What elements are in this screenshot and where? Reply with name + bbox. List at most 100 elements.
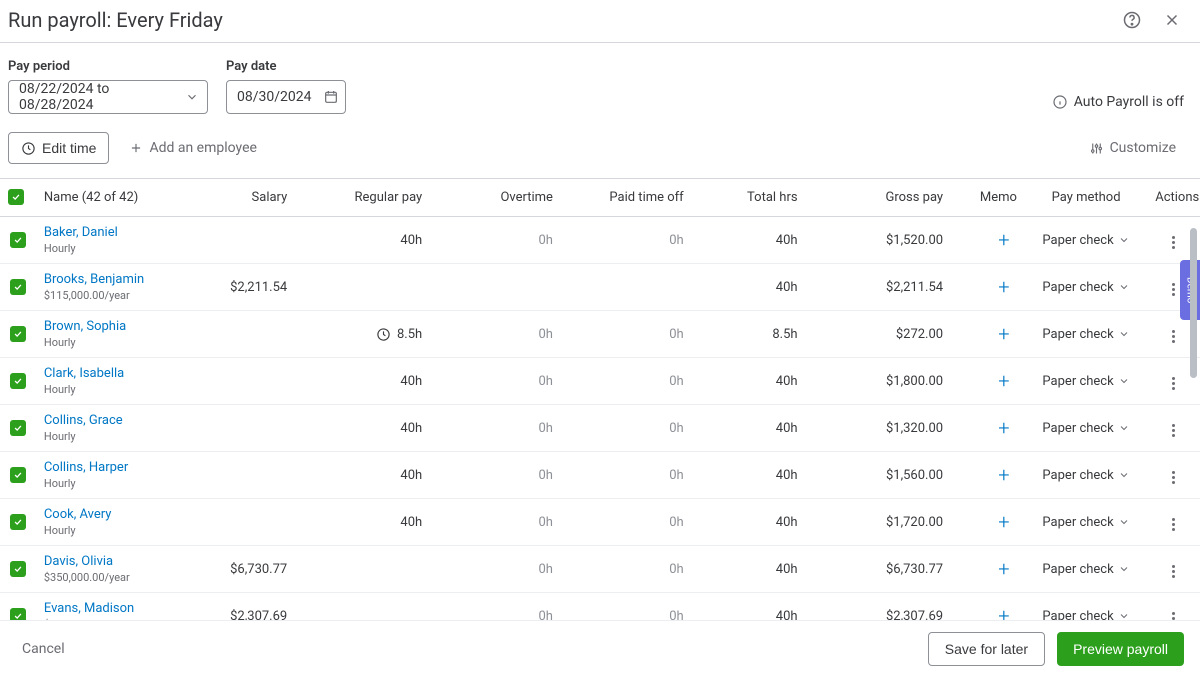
- row-actions-menu[interactable]: [1164, 561, 1184, 581]
- header-gross-pay[interactable]: Gross pay: [806, 179, 952, 217]
- salary-cell[interactable]: $6,730.77: [169, 546, 296, 593]
- employee-name[interactable]: Clark, Isabella: [44, 366, 161, 381]
- employee-name[interactable]: Collins, Harper: [44, 460, 161, 475]
- header-overtime[interactable]: Overtime: [430, 179, 561, 217]
- overtime-cell[interactable]: 0h: [430, 405, 561, 452]
- overtime-cell[interactable]: 0h: [430, 217, 561, 264]
- memo-add-button[interactable]: +: [991, 415, 1017, 441]
- header-memo[interactable]: Memo: [951, 179, 1025, 217]
- overtime-cell[interactable]: 0h: [430, 546, 561, 593]
- row-checkbox[interactable]: [10, 326, 26, 342]
- regular-pay-cell[interactable]: [295, 593, 430, 621]
- overtime-cell[interactable]: [430, 264, 561, 311]
- memo-add-button[interactable]: +: [991, 368, 1017, 394]
- header-pto[interactable]: Paid time off: [561, 179, 692, 217]
- regular-pay-cell[interactable]: 40h: [295, 452, 430, 499]
- overtime-cell[interactable]: 0h: [430, 311, 561, 358]
- memo-add-button[interactable]: +: [991, 321, 1017, 347]
- memo-add-button[interactable]: +: [991, 227, 1017, 253]
- pay-method-select[interactable]: Paper check: [1033, 562, 1139, 577]
- row-actions-menu[interactable]: [1164, 514, 1184, 534]
- pto-cell[interactable]: [561, 264, 692, 311]
- regular-pay-cell[interactable]: 40h: [295, 499, 430, 546]
- pto-cell[interactable]: 0h: [561, 217, 692, 264]
- row-checkbox[interactable]: [10, 467, 26, 483]
- pto-cell[interactable]: 0h: [561, 358, 692, 405]
- regular-pay-cell[interactable]: 40h: [295, 358, 430, 405]
- pay-method-select[interactable]: Paper check: [1033, 468, 1139, 483]
- memo-add-button[interactable]: +: [991, 556, 1017, 582]
- pay-method-select[interactable]: Paper check: [1033, 280, 1139, 295]
- row-checkbox[interactable]: [10, 608, 26, 621]
- scrollbar-thumb[interactable]: [1190, 228, 1197, 378]
- salary-cell[interactable]: [169, 217, 296, 264]
- pay-period-select[interactable]: 08/22/2024 to 08/28/2024: [8, 80, 208, 114]
- salary-cell[interactable]: [169, 405, 296, 452]
- header-checkbox[interactable]: [0, 179, 36, 217]
- row-actions-menu[interactable]: [1164, 608, 1184, 620]
- regular-pay-cell[interactable]: [295, 264, 430, 311]
- regular-pay-cell[interactable]: 8.5h: [295, 311, 430, 358]
- header-regular-pay[interactable]: Regular pay: [295, 179, 430, 217]
- header-total-hrs[interactable]: Total hrs: [692, 179, 806, 217]
- row-checkbox[interactable]: [10, 561, 26, 577]
- employee-name[interactable]: Cook, Avery: [44, 507, 161, 522]
- pto-cell[interactable]: 0h: [561, 311, 692, 358]
- pay-method-select[interactable]: Paper check: [1033, 421, 1139, 436]
- add-employee-button[interactable]: Add an employee: [129, 140, 256, 156]
- employee-name[interactable]: Collins, Grace: [44, 413, 161, 428]
- pay-method-select[interactable]: Paper check: [1033, 374, 1139, 389]
- header-salary[interactable]: Salary: [169, 179, 296, 217]
- overtime-cell[interactable]: 0h: [430, 499, 561, 546]
- employee-name[interactable]: Evans, Madison: [44, 601, 161, 616]
- row-actions-menu[interactable]: [1164, 373, 1184, 393]
- row-checkbox[interactable]: [10, 232, 26, 248]
- row-actions-menu[interactable]: [1164, 326, 1184, 346]
- row-actions-menu[interactable]: [1164, 232, 1184, 252]
- header-actions[interactable]: Actions: [1147, 179, 1200, 217]
- pto-cell[interactable]: 0h: [561, 593, 692, 621]
- overtime-cell[interactable]: 0h: [430, 452, 561, 499]
- pto-cell[interactable]: 0h: [561, 546, 692, 593]
- header-name[interactable]: Name (42 of 42): [36, 179, 169, 217]
- employee-name[interactable]: Baker, Daniel: [44, 225, 161, 240]
- edit-time-button[interactable]: Edit time: [8, 132, 109, 164]
- salary-cell[interactable]: [169, 452, 296, 499]
- regular-pay-cell[interactable]: [295, 546, 430, 593]
- row-checkbox[interactable]: [10, 420, 26, 436]
- row-checkbox[interactable]: [10, 279, 26, 295]
- row-actions-menu[interactable]: [1164, 420, 1184, 440]
- pto-cell[interactable]: 0h: [561, 499, 692, 546]
- pay-date-input[interactable]: 08/30/2024: [226, 80, 346, 114]
- header-pay-method[interactable]: Pay method: [1025, 179, 1147, 217]
- pay-method-select[interactable]: Paper check: [1033, 515, 1139, 530]
- preview-payroll-button[interactable]: Preview payroll: [1057, 632, 1184, 666]
- memo-add-button[interactable]: +: [991, 603, 1017, 620]
- memo-add-button[interactable]: +: [991, 274, 1017, 300]
- salary-cell[interactable]: [169, 358, 296, 405]
- salary-cell[interactable]: [169, 311, 296, 358]
- save-for-later-button[interactable]: Save for later: [928, 632, 1045, 666]
- employee-name[interactable]: Davis, Olivia: [44, 554, 161, 569]
- memo-add-button[interactable]: +: [991, 509, 1017, 535]
- close-icon[interactable]: [1160, 8, 1184, 32]
- salary-cell[interactable]: $2,211.54: [169, 264, 296, 311]
- salary-cell[interactable]: $2,307.69: [169, 593, 296, 621]
- customize-button[interactable]: Customize: [1089, 140, 1176, 156]
- pay-method-select[interactable]: Paper check: [1033, 609, 1139, 621]
- pay-method-select[interactable]: Paper check: [1033, 327, 1139, 342]
- pto-cell[interactable]: 0h: [561, 452, 692, 499]
- row-checkbox[interactable]: [10, 373, 26, 389]
- memo-add-button[interactable]: +: [991, 462, 1017, 488]
- row-checkbox[interactable]: [10, 514, 26, 530]
- row-actions-menu[interactable]: [1164, 467, 1184, 487]
- employee-name[interactable]: Brown, Sophia: [44, 319, 161, 334]
- pto-cell[interactable]: 0h: [561, 405, 692, 452]
- employee-name[interactable]: Brooks, Benjamin: [44, 272, 161, 287]
- overtime-cell[interactable]: 0h: [430, 593, 561, 621]
- salary-cell[interactable]: [169, 499, 296, 546]
- pay-method-select[interactable]: Paper check: [1033, 233, 1139, 248]
- help-icon[interactable]: [1120, 8, 1144, 32]
- cancel-button[interactable]: Cancel: [22, 641, 65, 657]
- overtime-cell[interactable]: 0h: [430, 358, 561, 405]
